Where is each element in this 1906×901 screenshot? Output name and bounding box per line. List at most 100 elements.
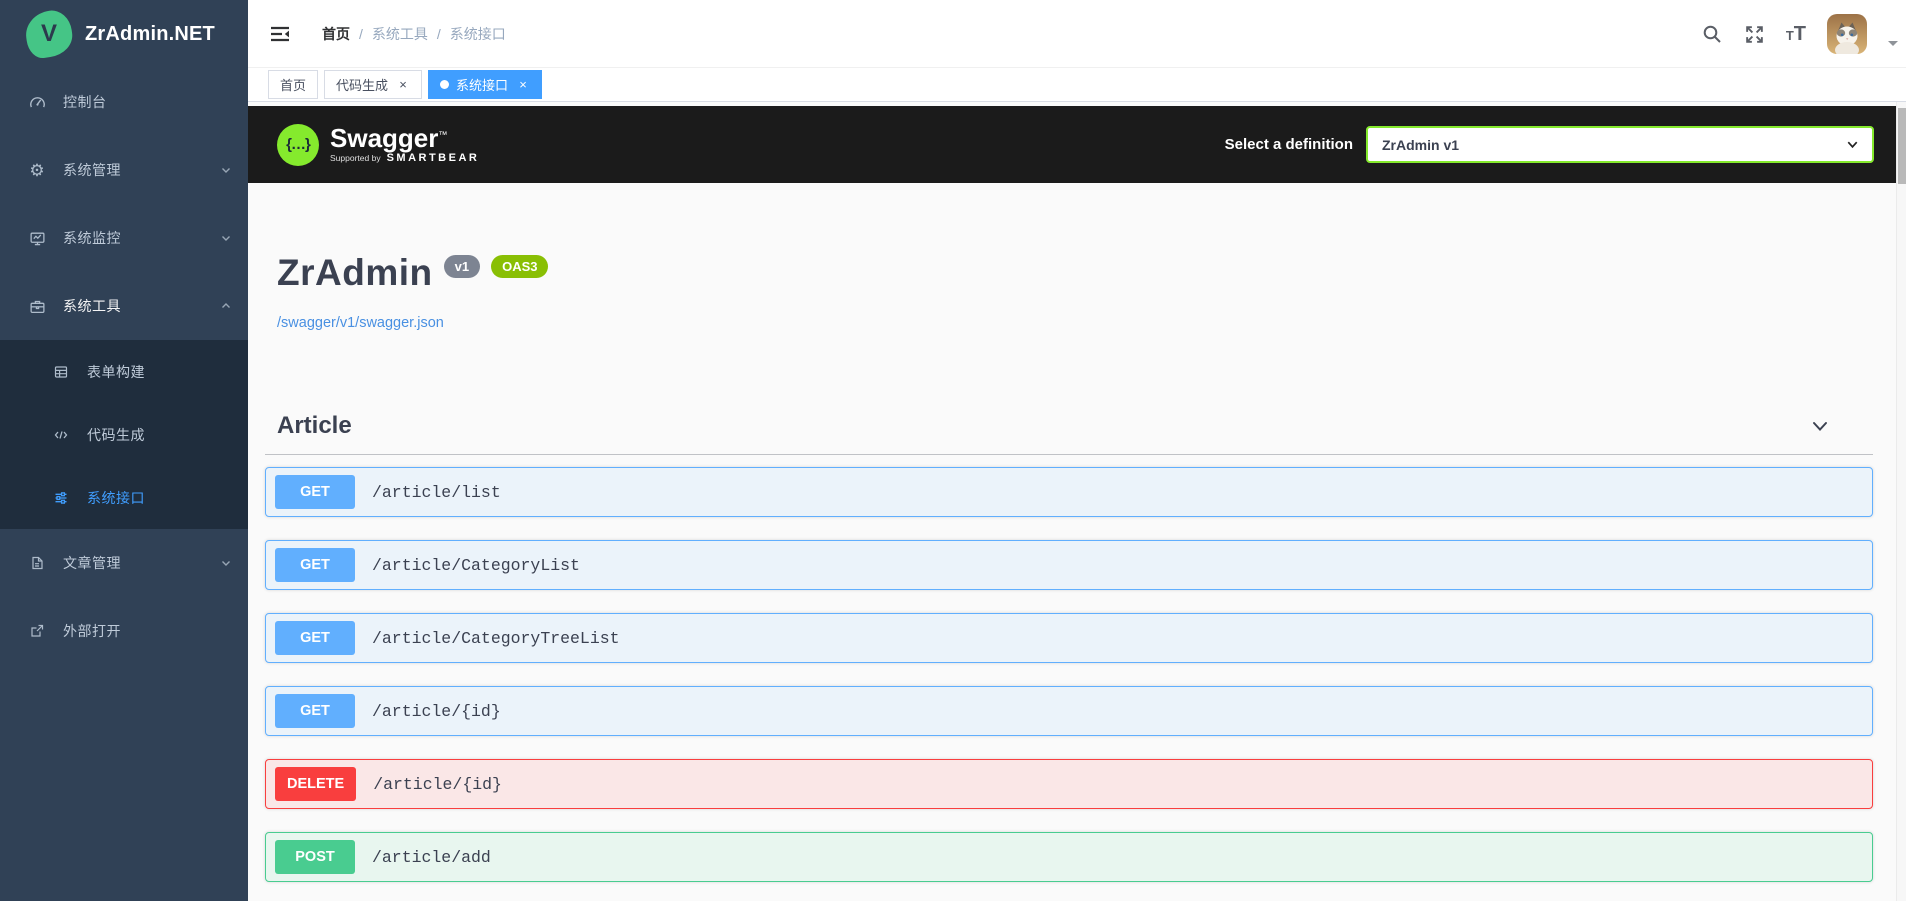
sidebar-item-label: 系统管理 xyxy=(63,162,121,178)
swagger-logo-icon: {…} xyxy=(277,123,319,166)
sidebar-item-label: 代码生成 xyxy=(87,426,145,443)
sliders-icon xyxy=(50,490,72,506)
logo-icon: V xyxy=(23,8,75,60)
method-badge: GET xyxy=(275,621,355,655)
sidebar-item-system-api[interactable]: 系统接口 xyxy=(0,466,248,529)
scrollbar[interactable] xyxy=(1896,102,1906,901)
table-icon xyxy=(50,364,72,380)
app-title: ZrAdmin.NET xyxy=(85,22,215,45)
sidebar-menu: 控制台 ⚙ 系统管理 系统监控 系统工具 表单构建 代码生成 系统接口 文章管理… xyxy=(0,68,248,665)
chevron-up-icon xyxy=(222,303,230,308)
swagger-wordmark: Swagger xyxy=(330,123,439,153)
oas-badge: OAS3 xyxy=(491,254,549,278)
sidebar-collapse-icon[interactable] xyxy=(270,25,290,43)
chevron-down-icon xyxy=(222,236,230,241)
sidebar-item-form-builder[interactable]: 表单构建 xyxy=(0,340,248,403)
sidebar-item-code-generator[interactable]: 代码生成 xyxy=(0,403,248,466)
breadcrumb-home[interactable]: 首页 xyxy=(322,24,350,44)
swagger-brand[interactable]: {…} Swagger™ Supported by SMARTBEAR xyxy=(277,123,479,166)
sidebar: V ZrAdmin.NET 控制台 ⚙ 系统管理 系统监控 系统工具 表单构建 … xyxy=(0,0,248,901)
method-badge: DELETE xyxy=(275,767,357,801)
operation-row[interactable]: GET /article/{id} xyxy=(265,686,1873,736)
method-badge: GET xyxy=(275,475,355,509)
top-header: 首页 / 系统工具 / 系统接口 TT xyxy=(248,0,1906,68)
monitor-icon xyxy=(26,230,48,247)
tab-system-api[interactable]: 系统接口 × xyxy=(428,70,543,99)
breadcrumb-separator: / xyxy=(436,25,441,42)
method-badge: GET xyxy=(275,694,355,728)
chevron-down-icon[interactable] xyxy=(1809,415,1831,437)
method-badge: POST xyxy=(275,840,355,874)
sidebar-item-system-tools[interactable]: 系统工具 xyxy=(0,272,248,340)
tab-label: 代码生成 xyxy=(336,78,389,93)
definition-picker: Select a definition ZrAdmin v1 xyxy=(1225,126,1874,163)
tag-section-article: Article GET /article/list GET /article/C… xyxy=(265,402,1873,901)
swagger-page: {…} Swagger™ Supported by SMARTBEAR Sele… xyxy=(248,102,1906,901)
tab-label: 系统接口 xyxy=(456,78,509,93)
avatar[interactable] xyxy=(1827,14,1867,54)
sidebar-item-label: 系统监控 xyxy=(63,230,121,246)
operation-row[interactable]: GET /article/CategoryList xyxy=(265,540,1873,590)
operation-row[interactable]: DELETE /article/{id} xyxy=(265,759,1873,809)
tag-section-header[interactable]: Article xyxy=(265,402,1873,450)
sidebar-item-label: 表单构建 xyxy=(87,363,145,380)
sidebar-item-article-management[interactable]: 文章管理 xyxy=(0,529,248,597)
operation-path: /article/list xyxy=(372,482,501,502)
main-area: 首页 / 系统工具 / 系统接口 TT 首页 代码生成 × 系统接口 × {…}… xyxy=(248,0,1906,901)
operation-path: /article/CategoryTreeList xyxy=(372,628,620,648)
gear-icon: ⚙ xyxy=(29,160,45,180)
active-tab-dot xyxy=(440,80,450,89)
operation-row[interactable]: GET /article/CategoryTreeList xyxy=(265,613,1873,663)
version-badge: v1 xyxy=(443,254,481,278)
definition-select[interactable]: ZrAdmin v1 xyxy=(1366,126,1874,163)
sidebar-submenu-system-tools: 表单构建 代码生成 系统接口 xyxy=(0,340,248,529)
app-window: V ZrAdmin.NET 控制台 ⚙ 系统管理 系统监控 系统工具 表单构建 … xyxy=(0,0,1906,901)
operation-path: /article/add xyxy=(372,847,491,867)
api-title: ZrAdmin xyxy=(277,252,433,293)
tag-section-title: Article xyxy=(277,412,352,439)
sidebar-item-system-management[interactable]: ⚙ 系统管理 xyxy=(0,136,248,204)
api-info: ZrAdmin v1 OAS3 xyxy=(277,252,549,294)
trademark: ™ xyxy=(438,129,448,140)
operation-row[interactable]: POST /article/add xyxy=(265,832,1873,882)
sidebar-item-system-monitor[interactable]: 系统监控 xyxy=(0,204,248,272)
selected-definition: ZrAdmin v1 xyxy=(1382,136,1460,153)
document-icon xyxy=(26,555,48,571)
font-size-icon[interactable]: TT xyxy=(1786,23,1806,46)
app-logo[interactable]: V ZrAdmin.NET xyxy=(0,0,248,68)
tab-label: 首页 xyxy=(280,78,307,93)
close-icon[interactable]: × xyxy=(516,77,530,92)
code-icon xyxy=(50,427,72,443)
chevron-down-icon xyxy=(1845,137,1860,155)
tab-home[interactable]: 首页 xyxy=(268,70,319,99)
search-icon[interactable] xyxy=(1701,23,1723,45)
breadcrumb-separator: / xyxy=(359,25,363,42)
operation-row[interactable]: GET /article/list xyxy=(265,467,1873,517)
breadcrumb-system-api: 系统接口 xyxy=(449,25,506,42)
external-link-icon xyxy=(26,623,48,639)
sidebar-item-label: 控制台 xyxy=(63,94,107,110)
smartbear-wordmark: SMARTBEAR xyxy=(386,152,480,164)
breadcrumb-system-tools[interactable]: 系统工具 xyxy=(372,24,428,44)
header-actions: TT xyxy=(1701,0,1898,68)
close-icon[interactable]: × xyxy=(396,77,410,92)
tab-code-generator[interactable]: 代码生成 × xyxy=(324,70,423,99)
operation-path: /article/CategoryList xyxy=(372,555,580,575)
chevron-down-icon xyxy=(222,561,230,566)
supported-by-label: Supported by xyxy=(330,153,381,163)
tabbar: 首页 代码生成 × 系统接口 × xyxy=(248,68,1906,102)
fullscreen-icon[interactable] xyxy=(1744,24,1765,45)
sidebar-item-external-open[interactable]: 外部打开 xyxy=(0,597,248,665)
method-badge: GET xyxy=(275,548,355,582)
sidebar-item-label: 系统接口 xyxy=(87,489,145,506)
spec-json-link[interactable]: /swagger/v1/swagger.json xyxy=(277,315,444,331)
sidebar-item-label: 系统工具 xyxy=(63,298,121,314)
swagger-brand-text: Swagger™ Supported by SMARTBEAR xyxy=(330,125,479,164)
chevron-down-icon xyxy=(222,168,230,173)
avatar-caret-icon[interactable] xyxy=(1888,41,1898,51)
dashboard-icon xyxy=(26,94,48,111)
sidebar-item-dashboard[interactable]: 控制台 xyxy=(0,68,248,136)
sidebar-item-label: 文章管理 xyxy=(63,555,121,571)
toolbox-icon xyxy=(26,298,48,315)
scrollbar-thumb[interactable] xyxy=(1898,108,1906,184)
